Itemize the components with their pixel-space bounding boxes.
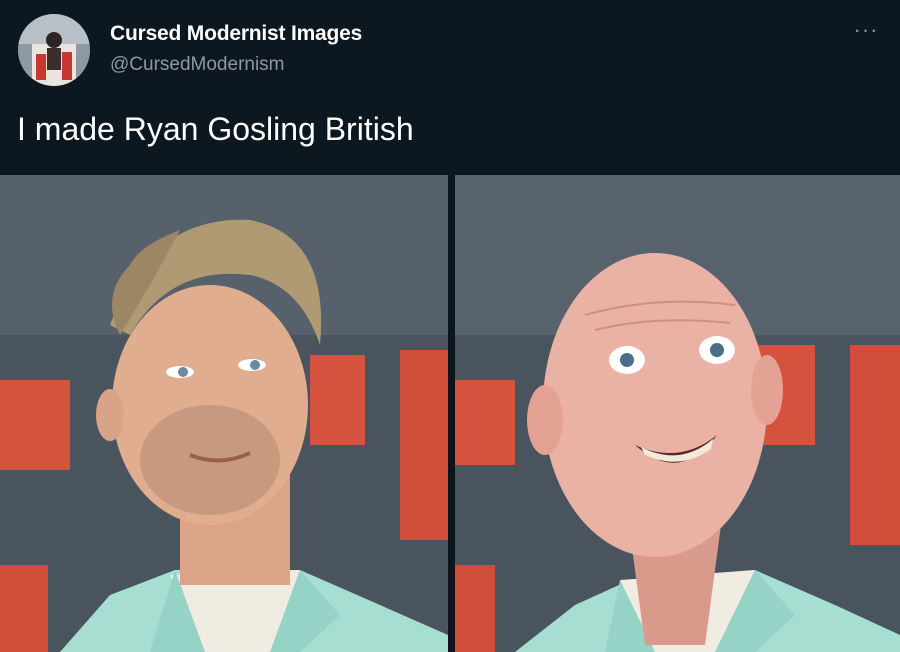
user-handle[interactable]: @CursedModernism — [110, 54, 285, 76]
photo-right-image — [455, 175, 900, 652]
more-options-button[interactable]: ··· — [848, 18, 884, 42]
display-name[interactable]: Cursed Modernist Images — [110, 22, 362, 46]
avatar-image — [18, 14, 90, 86]
media-divider — [448, 175, 455, 652]
media-photo-left[interactable] — [0, 175, 448, 652]
tweet-text: I made Ryan Gosling British — [17, 111, 414, 147]
media-photo-right[interactable] — [455, 175, 900, 652]
avatar[interactable] — [18, 14, 90, 86]
media-grid — [0, 175, 900, 652]
ellipsis-icon: ··· — [853, 17, 879, 42]
tweet-header: Cursed Modernist Images @CursedModernism… — [0, 0, 900, 175]
photo-left-image — [0, 175, 448, 652]
